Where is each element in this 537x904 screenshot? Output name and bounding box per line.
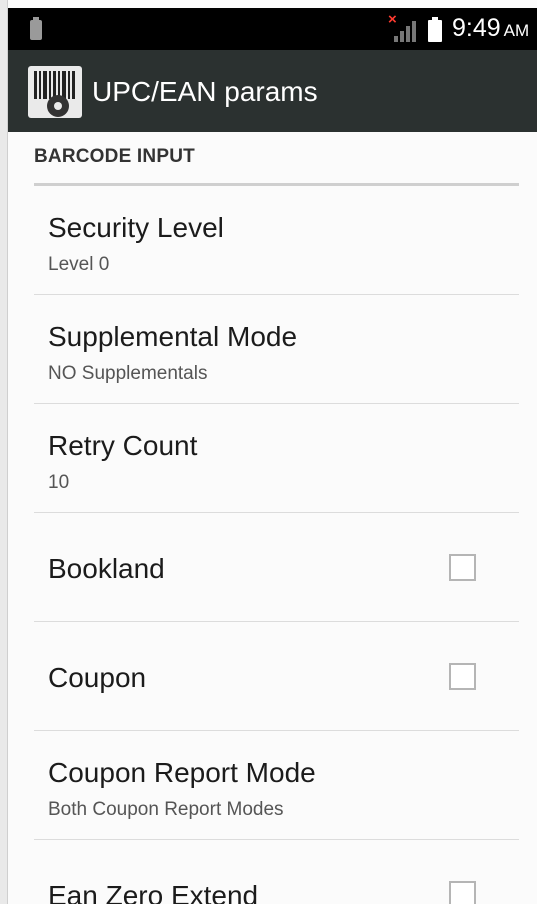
no-signal-icon: ×: [388, 11, 416, 42]
pref-summary: Both Coupon Report Modes: [48, 799, 284, 820]
pref-title: Supplemental Mode: [48, 321, 298, 352]
battery-icon: [428, 17, 442, 42]
category-header: BARCODE INPUT: [34, 146, 519, 186]
pref-summary: NO Supplementals: [48, 363, 208, 384]
pref-title: Bookland: [48, 553, 165, 584]
page-title: UPC/EAN params: [92, 76, 318, 107]
action-bar: UPC/EAN params: [8, 50, 537, 132]
pref-summary: 10: [48, 472, 70, 493]
bookland-checkbox[interactable]: [449, 554, 476, 581]
clock-ampm: AM: [503, 21, 530, 40]
pref-title: Coupon: [48, 662, 147, 693]
pref-title: Retry Count: [48, 430, 198, 461]
pref-coupon[interactable]: Coupon: [34, 622, 519, 731]
settings-screen: × 9:49 AM UPC/EAN params BARCODE INPUT Se…: [0, 0, 537, 904]
pref-security-level[interactable]: Security Level Level 0: [34, 186, 519, 295]
pref-ean-zero-extend[interactable]: Ean Zero Extend: [34, 840, 519, 904]
pref-title: Security Level: [48, 212, 224, 243]
barcode-settings-icon[interactable]: [28, 66, 82, 118]
pref-bookland[interactable]: Bookland: [34, 513, 519, 622]
coupon-checkbox[interactable]: [449, 663, 476, 690]
device-frame-edge: [0, 0, 8, 904]
pref-retry-count[interactable]: Retry Count 10: [34, 404, 519, 513]
status-clock: 9:49 AM: [452, 14, 529, 43]
pref-supplemental-mode[interactable]: Supplemental Mode NO Supplementals: [34, 295, 519, 404]
pref-title: Coupon Report Mode: [48, 757, 316, 788]
clock-time: 9:49: [452, 14, 501, 42]
pref-title: Ean Zero Extend: [48, 880, 259, 904]
pref-summary: Level 0: [48, 254, 110, 275]
ean-zero-extend-checkbox[interactable]: [449, 881, 476, 904]
pref-coupon-report-mode[interactable]: Coupon Report Mode Both Coupon Report Mo…: [34, 731, 519, 840]
status-bar: × 9:49 AM: [8, 8, 537, 50]
sd-card-icon: [30, 17, 42, 40]
